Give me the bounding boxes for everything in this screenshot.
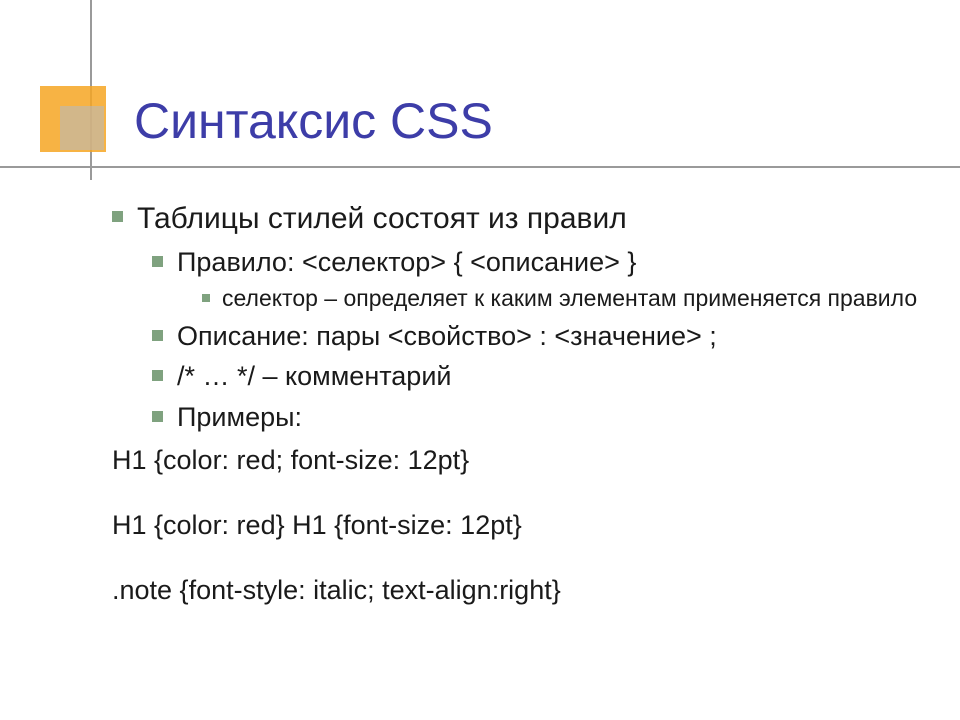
item-text: Правило: <селектор> { <описание> } [177, 244, 636, 280]
example-line: H1 {color: red} H1 {font-size: 12pt} [112, 506, 920, 545]
intro-line: Таблицы стилей состоят из правил [112, 199, 920, 240]
list-item: Описание: пары <свойство> : <значение> ; [152, 318, 920, 354]
bullet-icon [152, 330, 163, 341]
bullet-icon [112, 211, 123, 222]
subitem-text: селектор – определяет к каким элементам … [222, 284, 917, 314]
spacer [112, 486, 920, 500]
bullet-icon [152, 370, 163, 381]
item-text: Описание: пары <свойство> : <значение> ; [177, 318, 717, 354]
example-line: H1 {color: red; font-size: 12pt} [112, 441, 920, 480]
list-subitem: селектор – определяет к каким элементам … [202, 284, 920, 314]
slide-body: Таблицы стилей состоят из правил Правило… [112, 195, 920, 617]
item-text: /* … */ – комментарий [177, 358, 451, 394]
bullet-icon [152, 411, 163, 422]
list-item: /* … */ – комментарий [152, 358, 920, 394]
decoration-grey-square [60, 106, 104, 150]
decoration-horizontal-line [0, 166, 960, 168]
item-text: Примеры: [177, 399, 302, 435]
bullet-icon [152, 256, 163, 267]
list-item: Примеры: [152, 399, 920, 435]
spacer [112, 551, 920, 565]
slide: Синтаксис CSS Таблицы стилей состоят из … [0, 0, 960, 720]
list-item: Правило: <селектор> { <описание> } [152, 244, 920, 280]
slide-title: Синтаксис CSS [134, 92, 493, 150]
intro-text: Таблицы стилей состоят из правил [137, 199, 627, 240]
bullet-icon [202, 294, 210, 302]
example-line: .note {font-style: italic; text-align:ri… [112, 571, 920, 610]
